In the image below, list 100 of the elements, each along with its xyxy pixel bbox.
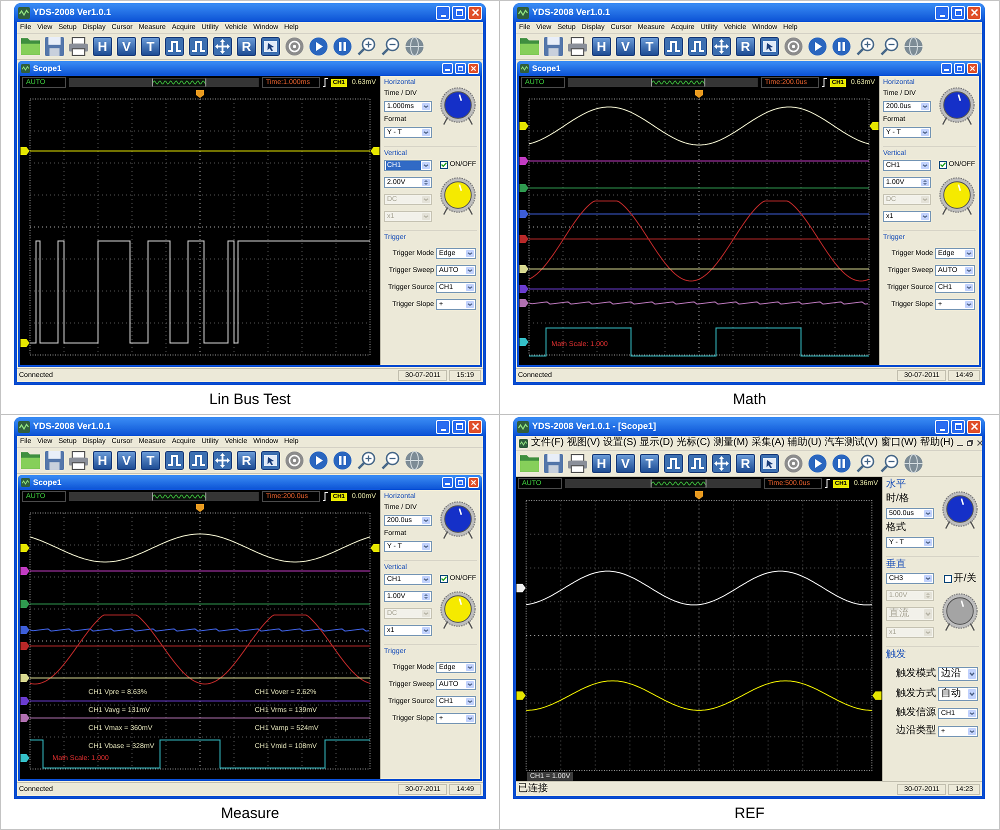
globe-icon[interactable] xyxy=(405,37,424,56)
minimize-button[interactable] xyxy=(935,420,949,434)
toolbar-button[interactable]: R xyxy=(736,37,755,56)
pause-icon[interactable] xyxy=(832,454,851,473)
pointer-icon[interactable] xyxy=(261,451,280,470)
maximize-button[interactable] xyxy=(455,477,466,488)
disc-icon[interactable] xyxy=(285,37,304,56)
pointer-icon[interactable] xyxy=(760,37,779,56)
time-base-knob[interactable] xyxy=(439,501,477,539)
pointer-icon[interactable] xyxy=(261,37,280,56)
zoom-out-icon[interactable] xyxy=(880,454,899,473)
play-icon[interactable] xyxy=(309,451,328,470)
arrows-icon[interactable] xyxy=(213,451,232,470)
toolbar-button[interactable]: T xyxy=(141,451,160,470)
checkbox[interactable] xyxy=(440,574,448,582)
zoom-in-icon[interactable] xyxy=(357,451,376,470)
pause-icon[interactable] xyxy=(832,37,851,56)
pulse-icon[interactable] xyxy=(165,37,184,56)
menu-item[interactable]: 显示(D) xyxy=(639,437,674,449)
pause-icon[interactable] xyxy=(333,37,352,56)
maximize-button[interactable] xyxy=(951,420,965,434)
toolbar-button[interactable]: V xyxy=(616,454,635,473)
maximize-button[interactable] xyxy=(954,63,965,74)
toolbar-button[interactable]: V xyxy=(117,37,136,56)
globe-icon[interactable] xyxy=(904,37,923,56)
zoom-out-icon[interactable] xyxy=(381,451,400,470)
volts-knob[interactable] xyxy=(938,177,976,215)
close-button[interactable] xyxy=(468,477,479,488)
time-base-knob[interactable] xyxy=(938,87,976,125)
folder-icon[interactable] xyxy=(21,451,40,470)
pulse-icon[interactable] xyxy=(688,37,707,56)
pulse-icon[interactable] xyxy=(165,451,184,470)
minimize-button[interactable] xyxy=(941,63,952,74)
close-button[interactable] xyxy=(967,6,981,20)
globe-icon[interactable] xyxy=(904,454,923,473)
toolbar-button[interactable]: R xyxy=(736,454,755,473)
minimize-button[interactable] xyxy=(442,477,453,488)
dropdown[interactable]: 自动 xyxy=(938,687,978,701)
toolbar-button[interactable]: R xyxy=(237,451,256,470)
toolbar-button[interactable]: T xyxy=(141,37,160,56)
toolbar-button[interactable]: H xyxy=(592,454,611,473)
pulse-icon[interactable] xyxy=(664,454,683,473)
close-button[interactable] xyxy=(967,420,981,434)
minimize-button[interactable] xyxy=(935,6,949,20)
menu-item[interactable]: 文件(F) xyxy=(531,437,564,449)
folder-icon[interactable] xyxy=(21,37,40,56)
maximize-button[interactable] xyxy=(452,6,466,20)
pulse-icon[interactable] xyxy=(688,454,707,473)
maximize-button[interactable] xyxy=(455,63,466,74)
printer-icon[interactable] xyxy=(568,37,587,56)
menu-item[interactable]: 汽车测试(V) xyxy=(824,437,878,449)
menu-item[interactable]: 测量(M) xyxy=(713,437,748,449)
menu-item[interactable]: 采集(A) xyxy=(751,437,785,449)
menu-item[interactable]: 辅助(U) xyxy=(788,437,822,449)
close-button[interactable] xyxy=(468,420,482,434)
time-base-knob[interactable] xyxy=(941,491,979,529)
disc-icon[interactable] xyxy=(784,37,803,56)
toolbar-button[interactable]: H xyxy=(592,37,611,56)
pause-icon[interactable] xyxy=(333,451,352,470)
toolbar-button[interactable]: H xyxy=(93,451,112,470)
play-icon[interactable] xyxy=(309,37,328,56)
toolbar-button[interactable]: R xyxy=(237,37,256,56)
toolbar-button[interactable]: V xyxy=(117,451,136,470)
zoom-out-icon[interactable] xyxy=(880,37,899,56)
pulse-icon[interactable] xyxy=(189,451,208,470)
printer-icon[interactable] xyxy=(69,37,88,56)
disc-icon[interactable] xyxy=(285,451,304,470)
maximize-button[interactable] xyxy=(951,6,965,20)
minimize-button[interactable] xyxy=(436,6,450,20)
close-button[interactable] xyxy=(468,63,479,74)
play-icon[interactable] xyxy=(808,454,827,473)
menu-item[interactable]: 设置(S) xyxy=(603,437,636,449)
printer-icon[interactable] xyxy=(69,451,88,470)
pulse-icon[interactable] xyxy=(189,37,208,56)
volts-knob[interactable] xyxy=(439,177,477,215)
toolbar-button[interactable]: T xyxy=(640,37,659,56)
menu-item[interactable]: 光标(C) xyxy=(676,437,710,449)
zoom-in-icon[interactable] xyxy=(856,454,875,473)
dropdown[interactable]: 边沿 xyxy=(938,667,978,681)
globe-icon[interactable] xyxy=(405,451,424,470)
close-button[interactable] xyxy=(967,63,978,74)
zoom-in-icon[interactable] xyxy=(357,37,376,56)
toolbar-button[interactable]: V xyxy=(616,37,635,56)
pulse-icon[interactable] xyxy=(664,37,683,56)
arrows-icon[interactable] xyxy=(712,454,731,473)
pointer-icon[interactable] xyxy=(760,454,779,473)
folder-icon[interactable] xyxy=(520,454,539,473)
maximize-button[interactable] xyxy=(452,420,466,434)
checkbox[interactable] xyxy=(938,160,947,168)
minimize-button[interactable] xyxy=(442,63,453,74)
arrows-icon[interactable] xyxy=(213,37,232,56)
minimize-button[interactable] xyxy=(436,420,450,434)
zoom-in-icon[interactable] xyxy=(856,37,875,56)
toolbar-button[interactable]: T xyxy=(640,454,659,473)
printer-icon[interactable] xyxy=(568,454,587,473)
volts-knob[interactable] xyxy=(941,593,979,631)
close-icon[interactable] xyxy=(976,440,983,446)
volts-knob[interactable] xyxy=(439,591,477,629)
arrows-icon[interactable] xyxy=(712,37,731,56)
zoom-out-icon[interactable] xyxy=(381,37,400,56)
